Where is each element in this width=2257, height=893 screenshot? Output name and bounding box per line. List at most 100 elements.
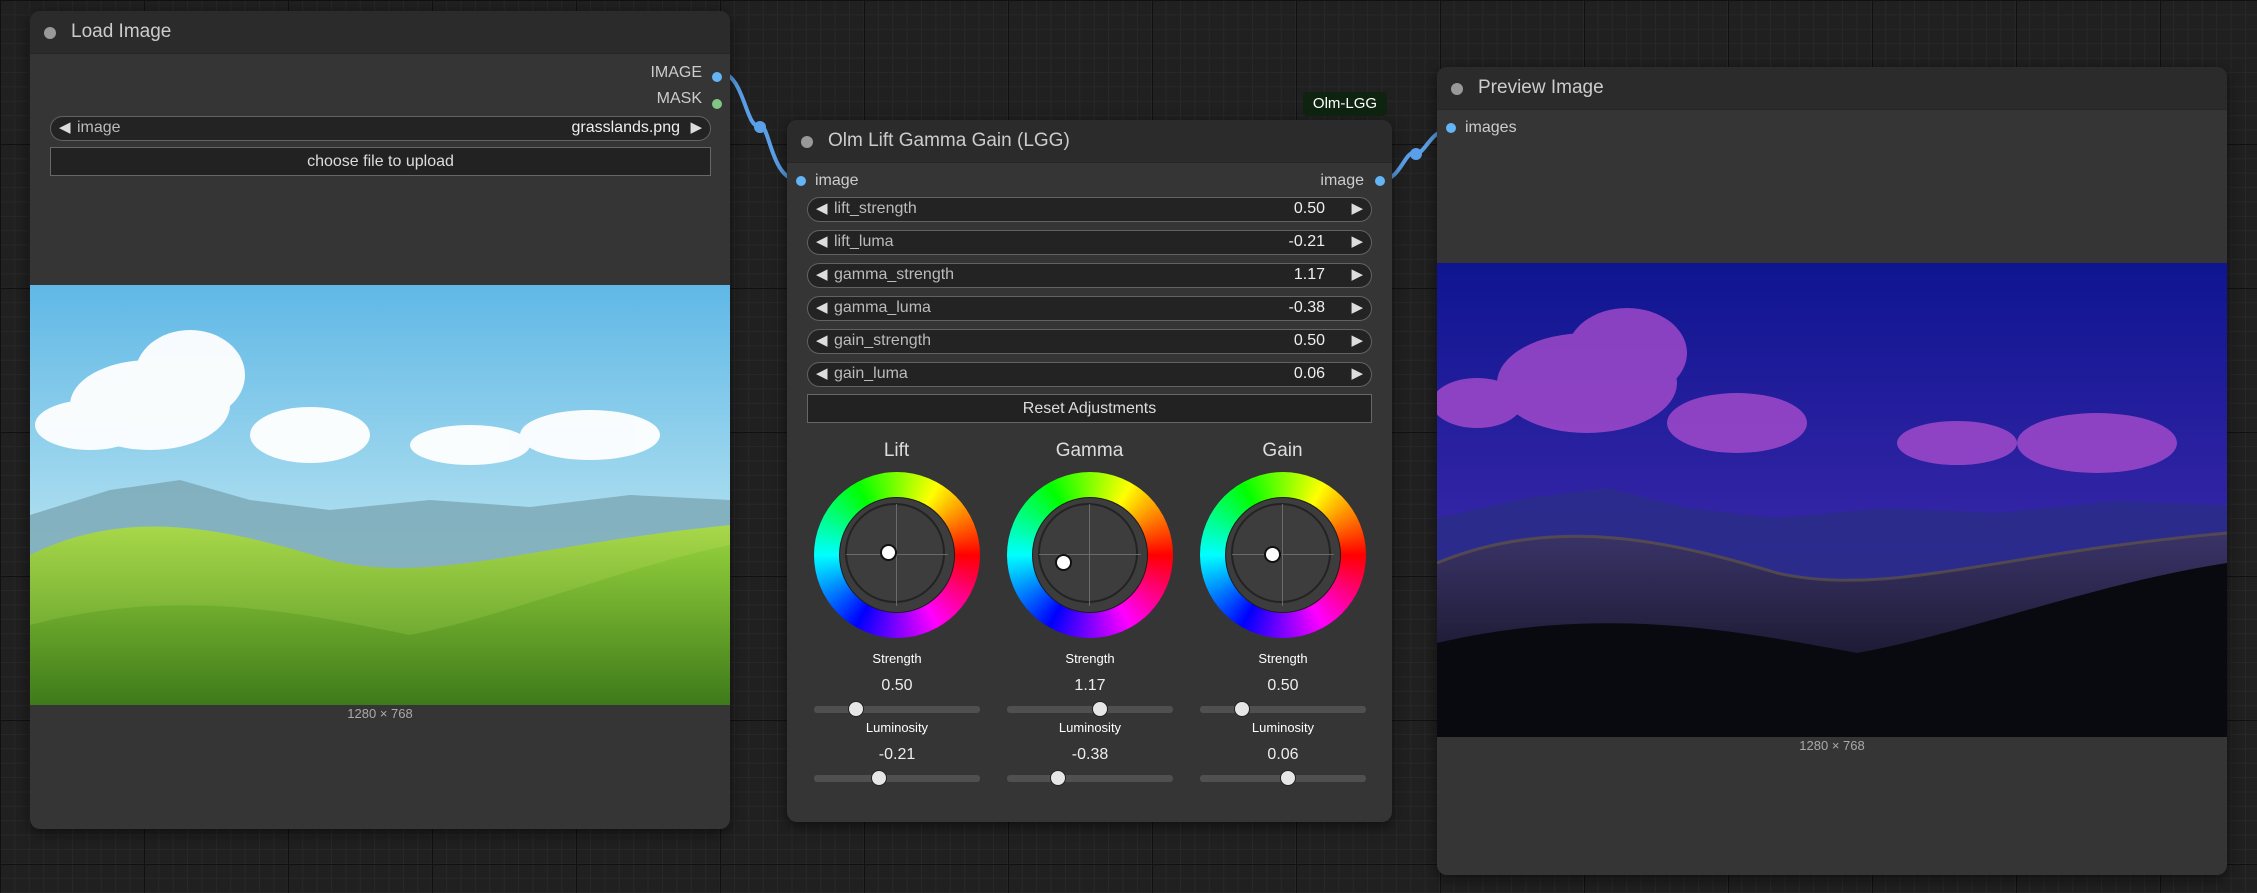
link-midpoint[interactable]: [754, 121, 766, 133]
widget-label: gain_strength: [834, 332, 931, 349]
widget-value: 1.17: [1293, 266, 1325, 283]
slot-label: MASK: [656, 90, 702, 107]
lift-color-wheel[interactable]: [814, 472, 980, 638]
increment-arrow-icon[interactable]: ▶: [1351, 297, 1363, 319]
widget-label: lift_luma: [834, 233, 894, 250]
decrement-arrow-icon[interactable]: ◀: [816, 330, 828, 352]
node-header[interactable]: Load Image: [30, 11, 730, 54]
input-slot-image[interactable]: image: [815, 170, 859, 192]
strength-label: Strength: [1258, 651, 1308, 666]
load-image-node[interactable]: Load Image IMAGE MASK ◀ image grasslands…: [30, 11, 730, 829]
increment-arrow-icon[interactable]: ▶: [1351, 363, 1363, 385]
luminosity-label: Luminosity: [1251, 720, 1315, 735]
widget-value: grasslands.png: [571, 119, 680, 136]
gain-luminosity-slider[interactable]: [1200, 770, 1366, 786]
wheel-center: [840, 498, 954, 612]
widget-label: gamma_strength: [834, 266, 955, 283]
slider-thumb[interactable]: [1050, 770, 1067, 786]
widget-label: lift_strength: [834, 200, 917, 217]
crosshair-horizontal: [1039, 554, 1141, 555]
gamma-strength-slider[interactable]: [1007, 701, 1173, 717]
collapse-dot[interactable]: [801, 136, 813, 148]
increment-arrow-icon[interactable]: ▶: [1351, 231, 1363, 253]
image-combo-widget[interactable]: ◀ image grasslands.png ▶: [50, 116, 711, 141]
crosshair-vertical: [1282, 504, 1283, 606]
lift-luminosity-slider[interactable]: [814, 770, 980, 786]
lift-wheel-title: Lift: [883, 440, 910, 461]
luminosity-value: 0.06: [1267, 746, 1299, 763]
wheel-center: [1033, 498, 1147, 612]
slider-thumb[interactable]: [1279, 770, 1296, 786]
increment-arrow-icon[interactable]: ▶: [690, 117, 702, 139]
image-dimensions: 1280 × 768: [1799, 738, 1865, 753]
gamma-luminosity-slider[interactable]: [1007, 770, 1173, 786]
node-header[interactable]: Olm Lift Gamma Gain (LGG): [787, 120, 1392, 163]
gamma-luma-widget[interactable]: ◀ gamma_luma -0.38 ▶: [807, 296, 1372, 321]
upload-button[interactable]: choose file to upload: [50, 147, 711, 176]
output-slot-image[interactable]: image: [1320, 170, 1364, 192]
input-slot-images[interactable]: images: [1465, 117, 1517, 139]
mask-output-dot[interactable]: [712, 99, 722, 109]
luminosity-label: Luminosity: [1058, 720, 1122, 735]
gain-wheel-title: Gain: [1262, 440, 1303, 461]
slider-thumb[interactable]: [1233, 701, 1250, 717]
crosshair-horizontal: [846, 554, 948, 555]
preview-image: [1437, 263, 2227, 737]
strength-value: 1.17: [1074, 677, 1106, 694]
wheel-ring: [1038, 503, 1138, 603]
widget-label: gamma_luma: [834, 299, 931, 316]
increment-arrow-icon[interactable]: ▶: [1351, 330, 1363, 352]
gain-strength-slider[interactable]: [1200, 701, 1366, 717]
slider-thumb[interactable]: [847, 701, 864, 717]
wheel-center: [1226, 498, 1340, 612]
decrement-arrow-icon[interactable]: ◀: [816, 297, 828, 319]
slider-thumb[interactable]: [870, 770, 887, 786]
link-midpoint[interactable]: [1410, 148, 1422, 160]
crosshair-vertical: [1089, 504, 1090, 606]
gain-strength-widget[interactable]: ◀ gain_strength 0.50 ▶: [807, 329, 1372, 354]
strength-label: Strength: [872, 651, 922, 666]
reset-adjustments-button[interactable]: Reset Adjustments: [807, 394, 1372, 423]
increment-arrow-icon[interactable]: ▶: [1351, 264, 1363, 286]
slider-thumb[interactable]: [1091, 701, 1108, 717]
lift-strength-slider[interactable]: [814, 701, 980, 717]
gain-luma-widget[interactable]: ◀ gain_luma 0.06 ▶: [807, 362, 1372, 387]
image-dimensions: 1280 × 768: [347, 706, 413, 721]
loaded-image-preview: [30, 285, 730, 705]
collapse-dot[interactable]: [44, 27, 56, 39]
luminosity-value: -0.21: [878, 746, 916, 763]
gamma-strength-widget[interactable]: ◀ gamma_strength 1.17 ▶: [807, 263, 1372, 288]
gamma-wheel-title: Gamma: [1055, 440, 1124, 461]
lgg-node[interactable]: Olm Lift Gamma Gain (LGG) image image ◀ …: [787, 120, 1392, 822]
luminosity-label: Luminosity: [865, 720, 929, 735]
decrement-arrow-icon[interactable]: ◀: [816, 264, 828, 286]
decrement-arrow-icon[interactable]: ◀: [816, 198, 828, 220]
image-input-dot[interactable]: [796, 176, 806, 186]
wheel-handle[interactable]: [1054, 554, 1072, 572]
images-input-dot[interactable]: [1446, 123, 1456, 133]
strength-value: 0.50: [881, 677, 913, 694]
decrement-arrow-icon[interactable]: ◀: [816, 363, 828, 385]
lift-luma-widget[interactable]: ◀ lift_luma -0.21 ▶: [807, 230, 1372, 255]
gamma-color-wheel[interactable]: [1007, 472, 1173, 638]
node-badge: Olm-LGG: [1303, 92, 1387, 116]
image-output-dot[interactable]: [712, 72, 722, 82]
preview-image-node[interactable]: Preview Image images 1280 × 768: [1437, 67, 2227, 875]
lift-strength-widget[interactable]: ◀ lift_strength 0.50 ▶: [807, 197, 1372, 222]
node-title: Load Image: [71, 21, 172, 42]
node-title: Olm Lift Gamma Gain (LGG): [828, 130, 1070, 151]
output-slot-mask[interactable]: MASK: [657, 88, 702, 110]
widget-value: -0.38: [1288, 299, 1325, 316]
increment-arrow-icon[interactable]: ▶: [1351, 198, 1363, 220]
wheel-handle[interactable]: [1263, 545, 1281, 563]
decrement-arrow-icon[interactable]: ◀: [59, 117, 71, 139]
output-slot-image[interactable]: IMAGE: [650, 62, 702, 84]
collapse-dot[interactable]: [1451, 83, 1463, 95]
image-output-dot[interactable]: [1375, 176, 1385, 186]
widget-value: 0.06: [1293, 365, 1325, 382]
decrement-arrow-icon[interactable]: ◀: [816, 231, 828, 253]
gain-color-wheel[interactable]: [1200, 472, 1366, 638]
node-header[interactable]: Preview Image: [1437, 67, 2227, 110]
luminosity-value: -0.38: [1071, 746, 1109, 763]
slot-label: IMAGE: [650, 64, 702, 81]
